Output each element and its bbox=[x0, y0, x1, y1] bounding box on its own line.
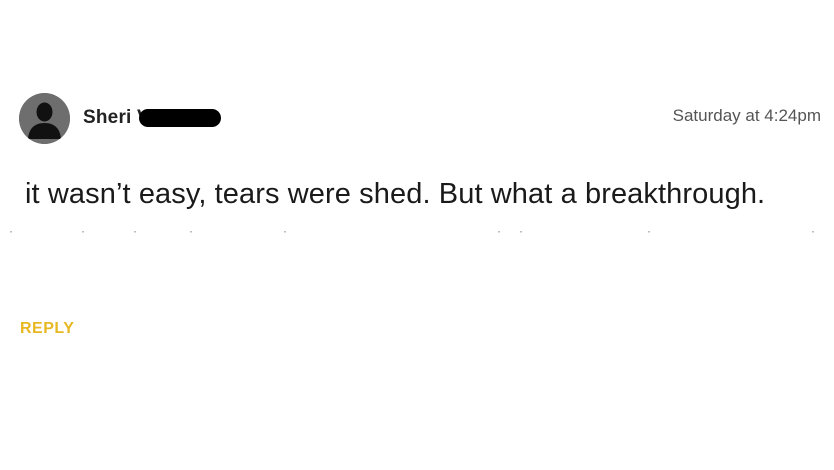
author: Sheri V bbox=[83, 106, 221, 130]
reply-button[interactable]: REPLY bbox=[20, 320, 74, 338]
comment-text: it wasn’t easy, tears were shed. But wha… bbox=[25, 178, 766, 210]
comment-timestamp[interactable]: Saturday at 4:24pm bbox=[673, 106, 821, 126]
avatar[interactable] bbox=[19, 93, 70, 144]
comment-card: Sheri V Saturday at 4:24pm it wasn’t eas… bbox=[0, 0, 834, 470]
redaction-mark bbox=[139, 109, 221, 127]
user-silhouette-icon bbox=[19, 93, 70, 144]
separator-dots bbox=[10, 231, 814, 233]
